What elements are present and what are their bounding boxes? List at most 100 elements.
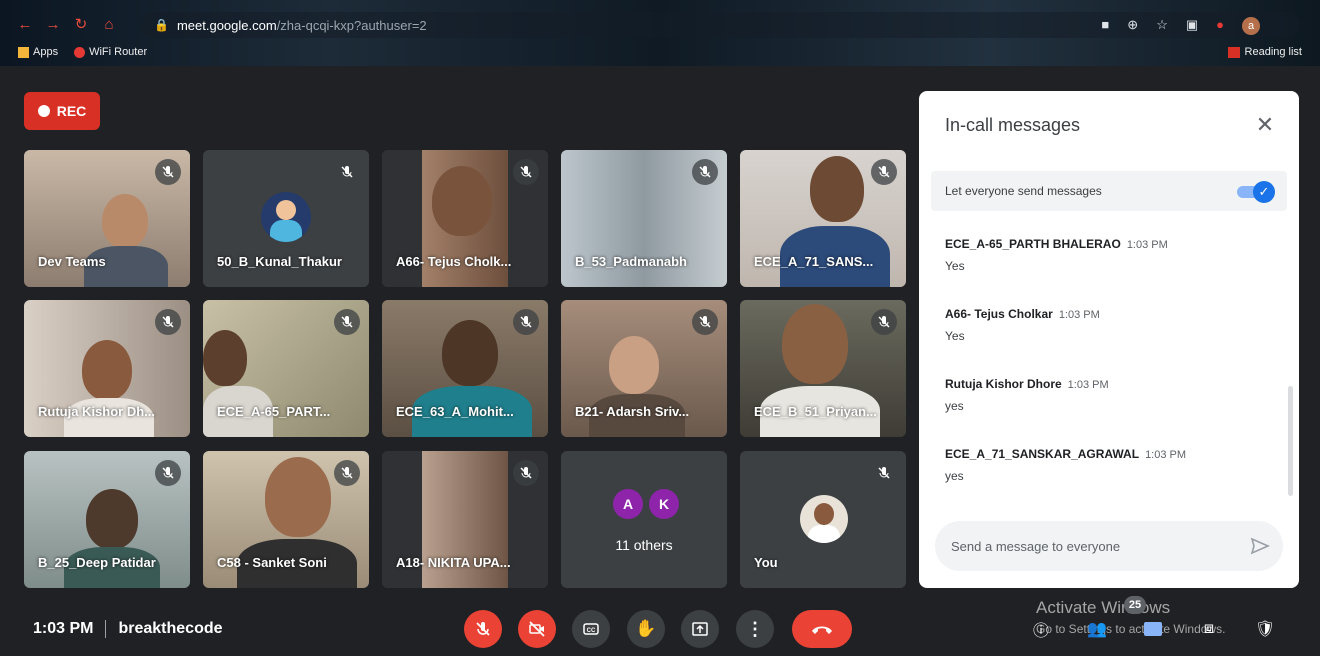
activities-icon[interactable]: ⧈ bbox=[1198, 618, 1220, 640]
send-icon[interactable] bbox=[1249, 535, 1271, 557]
chat-message: A66- Tejus Cholkar 1:03 PM Yes bbox=[945, 305, 1275, 343]
person-figure bbox=[432, 166, 492, 236]
self-avatar bbox=[800, 495, 848, 543]
message-text: Yes bbox=[945, 329, 965, 343]
mic-off-icon bbox=[155, 309, 181, 335]
participant-tile[interactable]: B_53_Padmanabh bbox=[561, 150, 727, 287]
more-options-button[interactable]: ⋮ bbox=[736, 610, 774, 648]
chat-input-placeholder: Send a message to everyone bbox=[951, 538, 1121, 554]
participant-tile[interactable]: A66- Tejus Cholk... bbox=[382, 150, 548, 287]
participant-tile[interactable]: Dev Teams bbox=[24, 150, 190, 287]
profile-avatar[interactable]: a bbox=[1242, 17, 1260, 35]
in-call-messages-panel: In-call messages ✕ Let everyone send mes… bbox=[919, 91, 1299, 588]
mic-off-icon bbox=[513, 159, 539, 185]
message-sender: ECE_A-65_PARTH BHALERAO bbox=[945, 237, 1121, 251]
host-controls-icon[interactable]: 🛡 bbox=[1254, 618, 1276, 640]
bookmark-label: WiFi Router bbox=[89, 46, 148, 58]
camera-icon[interactable]: ■ bbox=[1101, 17, 1109, 35]
participant-name: ECE_B_51_Priyan... bbox=[754, 404, 877, 419]
mic-off-icon bbox=[513, 460, 539, 486]
meeting-details-icon[interactable]: ⓘ bbox=[1030, 618, 1052, 640]
others-avatars: A K bbox=[613, 489, 679, 519]
zoom-icon[interactable]: ⊕ bbox=[1127, 17, 1138, 35]
send-permission-toggle[interactable]: ✓ bbox=[1237, 181, 1275, 203]
participant-name: B_53_Padmanabh bbox=[575, 254, 687, 269]
reading-list-icon bbox=[1227, 46, 1240, 58]
chat-message-input[interactable]: Send a message to everyone bbox=[935, 521, 1283, 571]
participant-tile[interactable]: ECE_A_71_SANS... bbox=[740, 150, 906, 287]
recording-label: REC bbox=[56, 103, 87, 119]
nav-buttons: ← → ↻ ⌂ bbox=[16, 10, 118, 38]
forward-icon[interactable]: → bbox=[44, 15, 62, 33]
others-avatar-initial: A bbox=[613, 489, 643, 519]
url-host: meet.google.com bbox=[176, 17, 277, 33]
participant-name: ECE_63_A_Mohit... bbox=[396, 404, 514, 419]
participant-tile[interactable]: B_25_Deep Patidar bbox=[24, 451, 190, 588]
participant-tile[interactable]: ECE_B_51_Priyan... bbox=[740, 300, 906, 437]
person-figure bbox=[782, 304, 848, 384]
recording-badge[interactable]: REC bbox=[24, 92, 100, 130]
self-tile[interactable]: You bbox=[740, 451, 906, 588]
captions-button[interactable]: CC bbox=[572, 610, 610, 648]
participant-tile[interactable]: ECE_63_A_Mohit... bbox=[382, 300, 548, 437]
others-avatar-initial: K bbox=[649, 489, 679, 519]
raise-hand-button[interactable]: ✋ bbox=[627, 610, 665, 648]
reading-list[interactable]: Reading list bbox=[1227, 46, 1302, 58]
message-time: 1:03 PM bbox=[1067, 379, 1109, 391]
others-label: 11 others bbox=[615, 537, 673, 553]
reload-icon[interactable]: ↻ bbox=[72, 15, 90, 33]
panel-title: In-call messages bbox=[945, 115, 1081, 135]
participant-name: ECE_A_71_SANS... bbox=[754, 254, 874, 269]
present-screen-button[interactable] bbox=[681, 610, 719, 648]
bookmark-label: Apps bbox=[33, 46, 59, 58]
chat-scrollbar[interactable] bbox=[1288, 386, 1293, 496]
mic-toggle-button[interactable] bbox=[464, 610, 502, 648]
participant-name: 50_B_Kunal_Thakur bbox=[217, 254, 342, 269]
chat-icon[interactable] bbox=[1142, 618, 1164, 640]
chat-message: ECE_A_71_SANSKAR_AGRAWAL 1:03 PM yes bbox=[945, 445, 1275, 483]
camera-toggle-button[interactable] bbox=[518, 610, 556, 648]
participant-tile[interactable]: 50_B_Kunal_Thakur bbox=[203, 150, 369, 287]
participant-tile[interactable]: B21- Adarsh Sriv... bbox=[561, 300, 727, 437]
home-icon[interactable]: ⌂ bbox=[100, 15, 118, 33]
extension-icon[interactable]: ▣ bbox=[1186, 17, 1198, 35]
message-sender: ECE_A_71_SANSKAR_AGRAWAL bbox=[945, 447, 1140, 461]
leave-call-button[interactable] bbox=[792, 610, 852, 648]
others-tile[interactable]: A K 11 others bbox=[561, 451, 727, 588]
right-toolbar: ⓘ 👥 ⧈ 🛡 bbox=[1030, 618, 1290, 642]
participant-tile[interactable]: A18- NIKITA UPA... bbox=[382, 451, 548, 588]
mic-off-icon bbox=[871, 309, 897, 335]
people-icon[interactable]: 👥 bbox=[1086, 618, 1108, 640]
participant-grid: Dev Teams 50_B_Kunal_Thakur A66- Tejus C… bbox=[24, 150, 906, 588]
star-icon[interactable]: ☆ bbox=[1156, 17, 1168, 35]
bookmark-apps[interactable]: Apps bbox=[18, 46, 58, 58]
message-sender: A66- Tejus Cholkar bbox=[945, 307, 1053, 321]
more-vert-icon: ⋮ bbox=[746, 618, 764, 639]
person-figure bbox=[82, 340, 132, 400]
mic-off-icon bbox=[334, 309, 360, 335]
closed-captions-icon: CC bbox=[583, 623, 599, 635]
participant-name: B21- Adarsh Sriv... bbox=[575, 404, 690, 419]
hand-icon: ✋ bbox=[635, 619, 657, 638]
message-time: 1:03 PM bbox=[1145, 449, 1187, 461]
close-icon[interactable]: ✕ bbox=[1253, 112, 1277, 137]
address-bar[interactable]: 🔒 meet.google.com /zha-qcqi-kxp?authuser… bbox=[140, 12, 1300, 38]
person-figure bbox=[203, 330, 247, 386]
extension-red-icon[interactable]: ● bbox=[1216, 17, 1224, 35]
message-text: yes bbox=[945, 399, 964, 413]
back-icon[interactable]: ← bbox=[16, 15, 34, 33]
person-figure bbox=[442, 320, 498, 386]
bookmarks-bar: Apps WiFi Router bbox=[18, 46, 147, 58]
bookmark-wifi-router[interactable]: WiFi Router bbox=[74, 46, 147, 58]
participant-tile[interactable]: C58 - Sanket Soni bbox=[203, 451, 369, 588]
activate-windows-title: Activate Windows bbox=[1036, 598, 1171, 617]
mic-off-icon bbox=[155, 460, 181, 486]
person-figure bbox=[102, 194, 148, 248]
participant-name: A18- NIKITA UPA... bbox=[396, 555, 511, 570]
participant-name: ECE_A-65_PART... bbox=[217, 404, 331, 419]
participant-tile[interactable]: Rutuja Kishor Dh... bbox=[24, 300, 190, 437]
chat-message: Rutuja Kishor Dhore 1:03 PM yes bbox=[945, 375, 1275, 413]
meeting-code: breakthecode bbox=[118, 620, 223, 637]
mic-off-icon bbox=[692, 159, 718, 185]
participant-tile[interactable]: ECE_A-65_PART... bbox=[203, 300, 369, 437]
